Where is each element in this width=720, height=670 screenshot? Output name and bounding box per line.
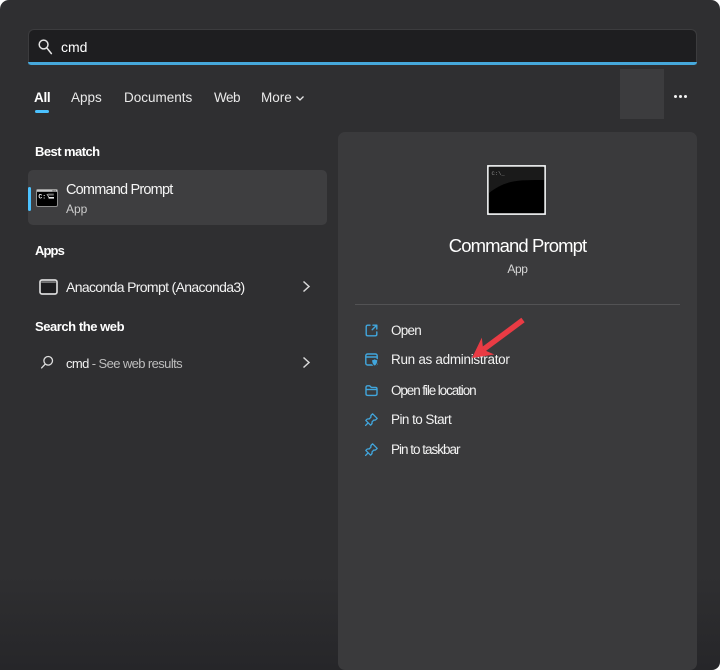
svg-text:C:\_: C:\_ (492, 170, 506, 177)
